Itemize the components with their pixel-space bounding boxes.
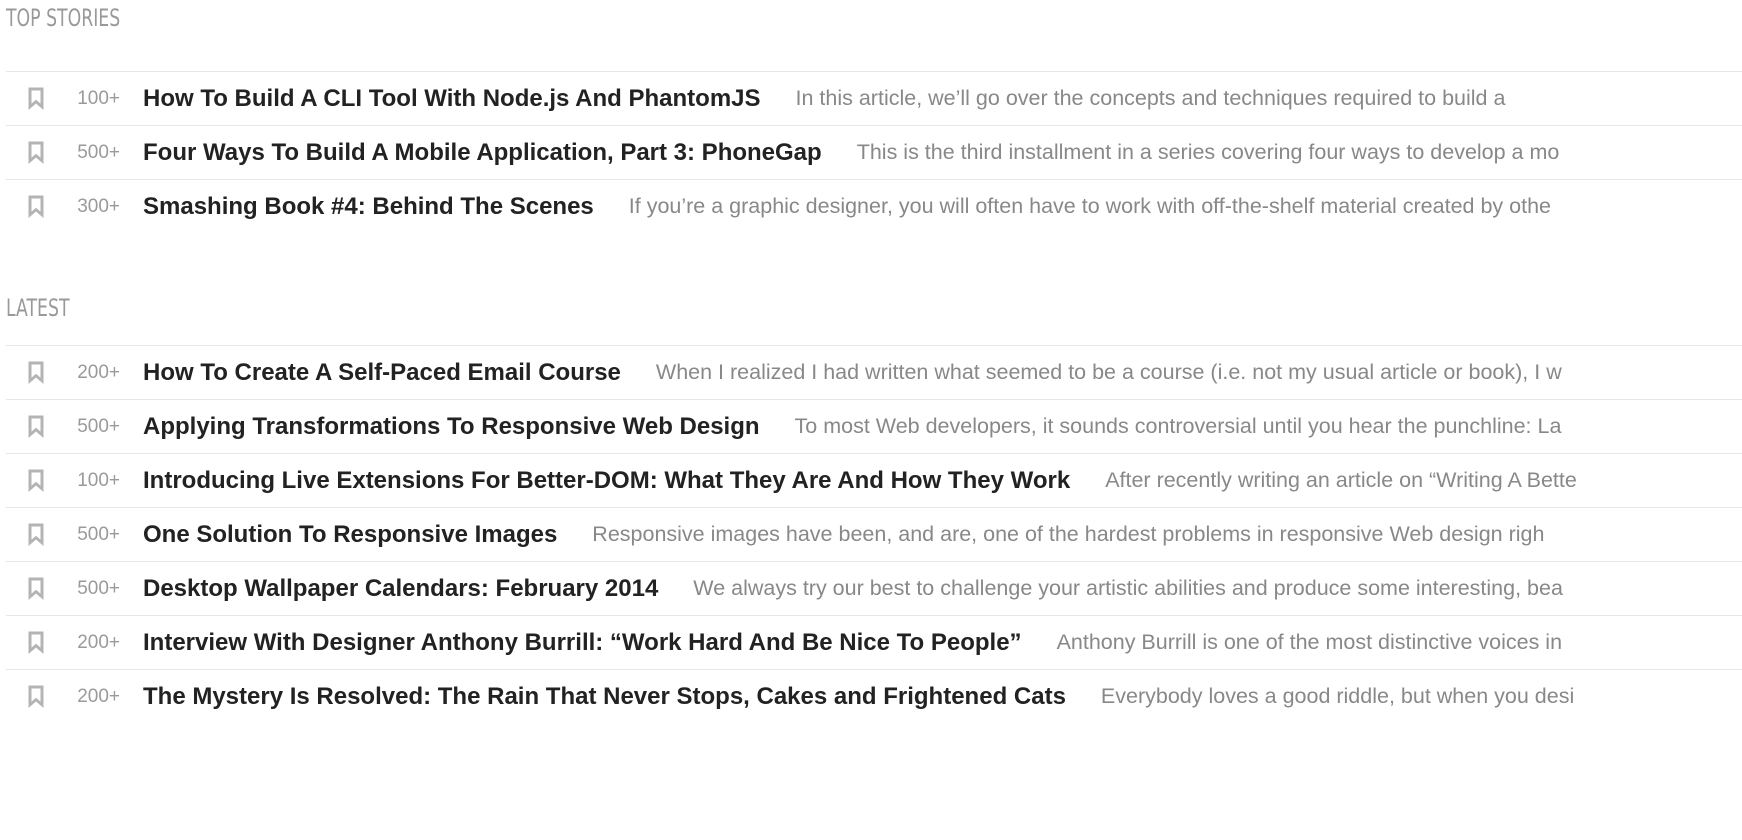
bookmark-icon[interactable] bbox=[26, 194, 46, 220]
list-item: 500+ Desktop Wallpaper Calendars: Februar… bbox=[6, 562, 1742, 616]
list-item: 500+ Applying Transformations To Responsi… bbox=[6, 400, 1742, 454]
comment-count: 100+ bbox=[77, 87, 120, 109]
article-excerpt: We always try our best to challenge your… bbox=[693, 576, 1563, 600]
article-title-link[interactable]: Smashing Book #4: Behind The Scenes bbox=[143, 193, 594, 221]
article-title-link[interactable]: The Mystery Is Resolved: The Rain That N… bbox=[143, 683, 1066, 711]
bookmark-icon[interactable] bbox=[26, 684, 46, 710]
comment-count: 500+ bbox=[77, 415, 120, 437]
bookmark-icon[interactable] bbox=[26, 360, 46, 386]
article-excerpt: After recently writing an article on “Wr… bbox=[1105, 468, 1577, 492]
article-title-link[interactable]: Introducing Live Extensions For Better-D… bbox=[143, 467, 1070, 495]
comment-count: 500+ bbox=[77, 523, 120, 545]
comment-count: 200+ bbox=[77, 361, 120, 383]
list-item: 100+ Introducing Live Extensions For Bett… bbox=[6, 454, 1742, 508]
list-item: 500+ Four Ways To Build A Mobile Applicat… bbox=[6, 126, 1742, 180]
article-title-link[interactable]: One Solution To Responsive Images bbox=[143, 521, 557, 549]
comment-count: 500+ bbox=[77, 577, 120, 599]
list-item: 200+ The Mystery Is Resolved: The Rain Th… bbox=[6, 670, 1742, 723]
list-item: 500+ One Solution To Responsive Images Res… bbox=[6, 508, 1742, 562]
bookmark-icon[interactable] bbox=[26, 576, 46, 602]
comment-count: 200+ bbox=[77, 685, 120, 707]
article-excerpt: In this article, we’ll go over the conce… bbox=[795, 86, 1506, 110]
article-excerpt: Responsive images have been, and are, on… bbox=[592, 522, 1545, 546]
list-item: 100+ How To Build A CLI Tool With Node.js… bbox=[6, 72, 1742, 126]
bookmark-icon[interactable] bbox=[26, 630, 46, 656]
article-excerpt: Anthony Burrill is one of the most disti… bbox=[1056, 630, 1563, 654]
article-title-link[interactable]: Applying Transformations To Responsive W… bbox=[143, 413, 760, 441]
list-item: 200+ How To Create A Self-Paced Email Cou… bbox=[6, 346, 1742, 400]
article-excerpt: When I realized I had written what seeme… bbox=[655, 360, 1562, 384]
bookmark-icon[interactable] bbox=[26, 140, 46, 166]
article-title-link[interactable]: Interview With Designer Anthony Burrill:… bbox=[143, 629, 1022, 657]
article-excerpt: This is the third installment in a serie… bbox=[856, 140, 1560, 164]
comment-count: 200+ bbox=[77, 631, 120, 653]
section-heading-top-stories: TOP STORIES bbox=[6, 4, 121, 32]
bookmark-icon[interactable] bbox=[26, 414, 46, 440]
bookmark-icon[interactable] bbox=[26, 86, 46, 112]
list-item: 200+ Interview With Designer Anthony Burr… bbox=[6, 616, 1742, 670]
top-stories-list: 100+ How To Build A CLI Tool With Node.js… bbox=[6, 71, 1742, 233]
comment-count: 300+ bbox=[77, 195, 120, 217]
article-excerpt: If you’re a graphic designer, you will o… bbox=[628, 194, 1551, 218]
comment-count: 100+ bbox=[77, 469, 120, 491]
article-excerpt: Everybody loves a good riddle, but when … bbox=[1100, 684, 1575, 708]
latest-list: 200+ How To Create A Self-Paced Email Cou… bbox=[6, 345, 1742, 723]
bookmark-icon[interactable] bbox=[26, 468, 46, 494]
article-excerpt: To most Web developers, it sounds contro… bbox=[794, 414, 1562, 438]
article-title-link[interactable]: Desktop Wallpaper Calendars: February 20… bbox=[143, 575, 658, 603]
article-title-link[interactable]: Four Ways To Build A Mobile Application,… bbox=[143, 139, 822, 167]
bookmark-icon[interactable] bbox=[26, 522, 46, 548]
section-heading-latest: LATEST bbox=[6, 294, 70, 322]
article-title-link[interactable]: How To Build A CLI Tool With Node.js And… bbox=[143, 85, 761, 113]
article-title-link[interactable]: How To Create A Self-Paced Email Course bbox=[143, 359, 621, 387]
list-item: 300+ Smashing Book #4: Behind The Scenes I… bbox=[6, 180, 1742, 233]
comment-count: 500+ bbox=[77, 141, 120, 163]
